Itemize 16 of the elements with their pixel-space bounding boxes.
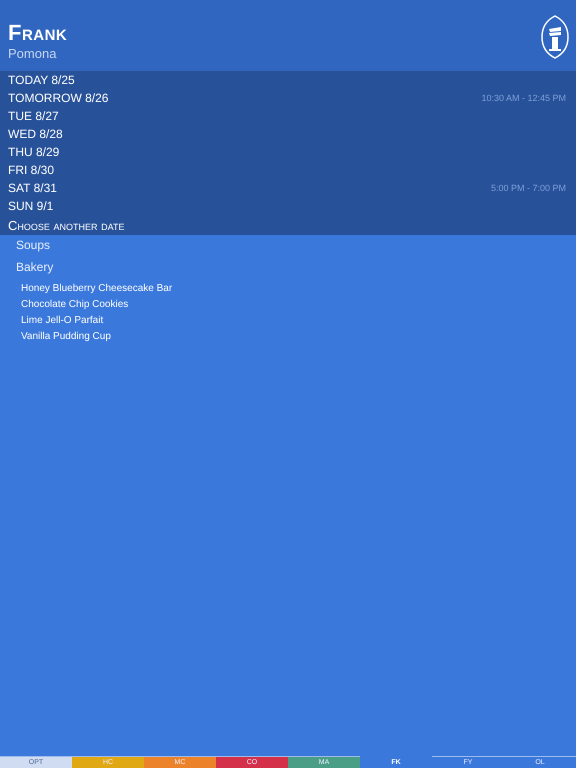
meal-time: 5:00 PM - 7:00 PM	[490, 183, 566, 193]
date-option[interactable]: SUN 9/1	[8, 199, 54, 213]
date-option[interactable]: THU 8/29	[8, 145, 60, 159]
date-option[interactable]: TOMORROW 8/26	[8, 91, 108, 105]
menu-section-title: Soups	[16, 237, 52, 253]
crest-icon	[541, 14, 569, 58]
date-option[interactable]: WED 8/28	[8, 127, 63, 141]
date-option[interactable]: TODAY 8/25	[8, 73, 75, 87]
date-option[interactable]: TUE 8/27	[8, 109, 59, 123]
choose-date-option[interactable]: Choose another date	[8, 218, 124, 232]
meal-time: 10:30 AM - 12:45 PM	[481, 93, 566, 103]
college-name: Pomona	[8, 44, 58, 62]
menu-section-title: Bakery	[16, 259, 54, 275]
dining-hall-title: Frank	[8, 20, 68, 44]
date-option[interactable]: SAT 8/31	[8, 181, 57, 195]
date-option[interactable]: FRI 8/30	[8, 163, 54, 177]
